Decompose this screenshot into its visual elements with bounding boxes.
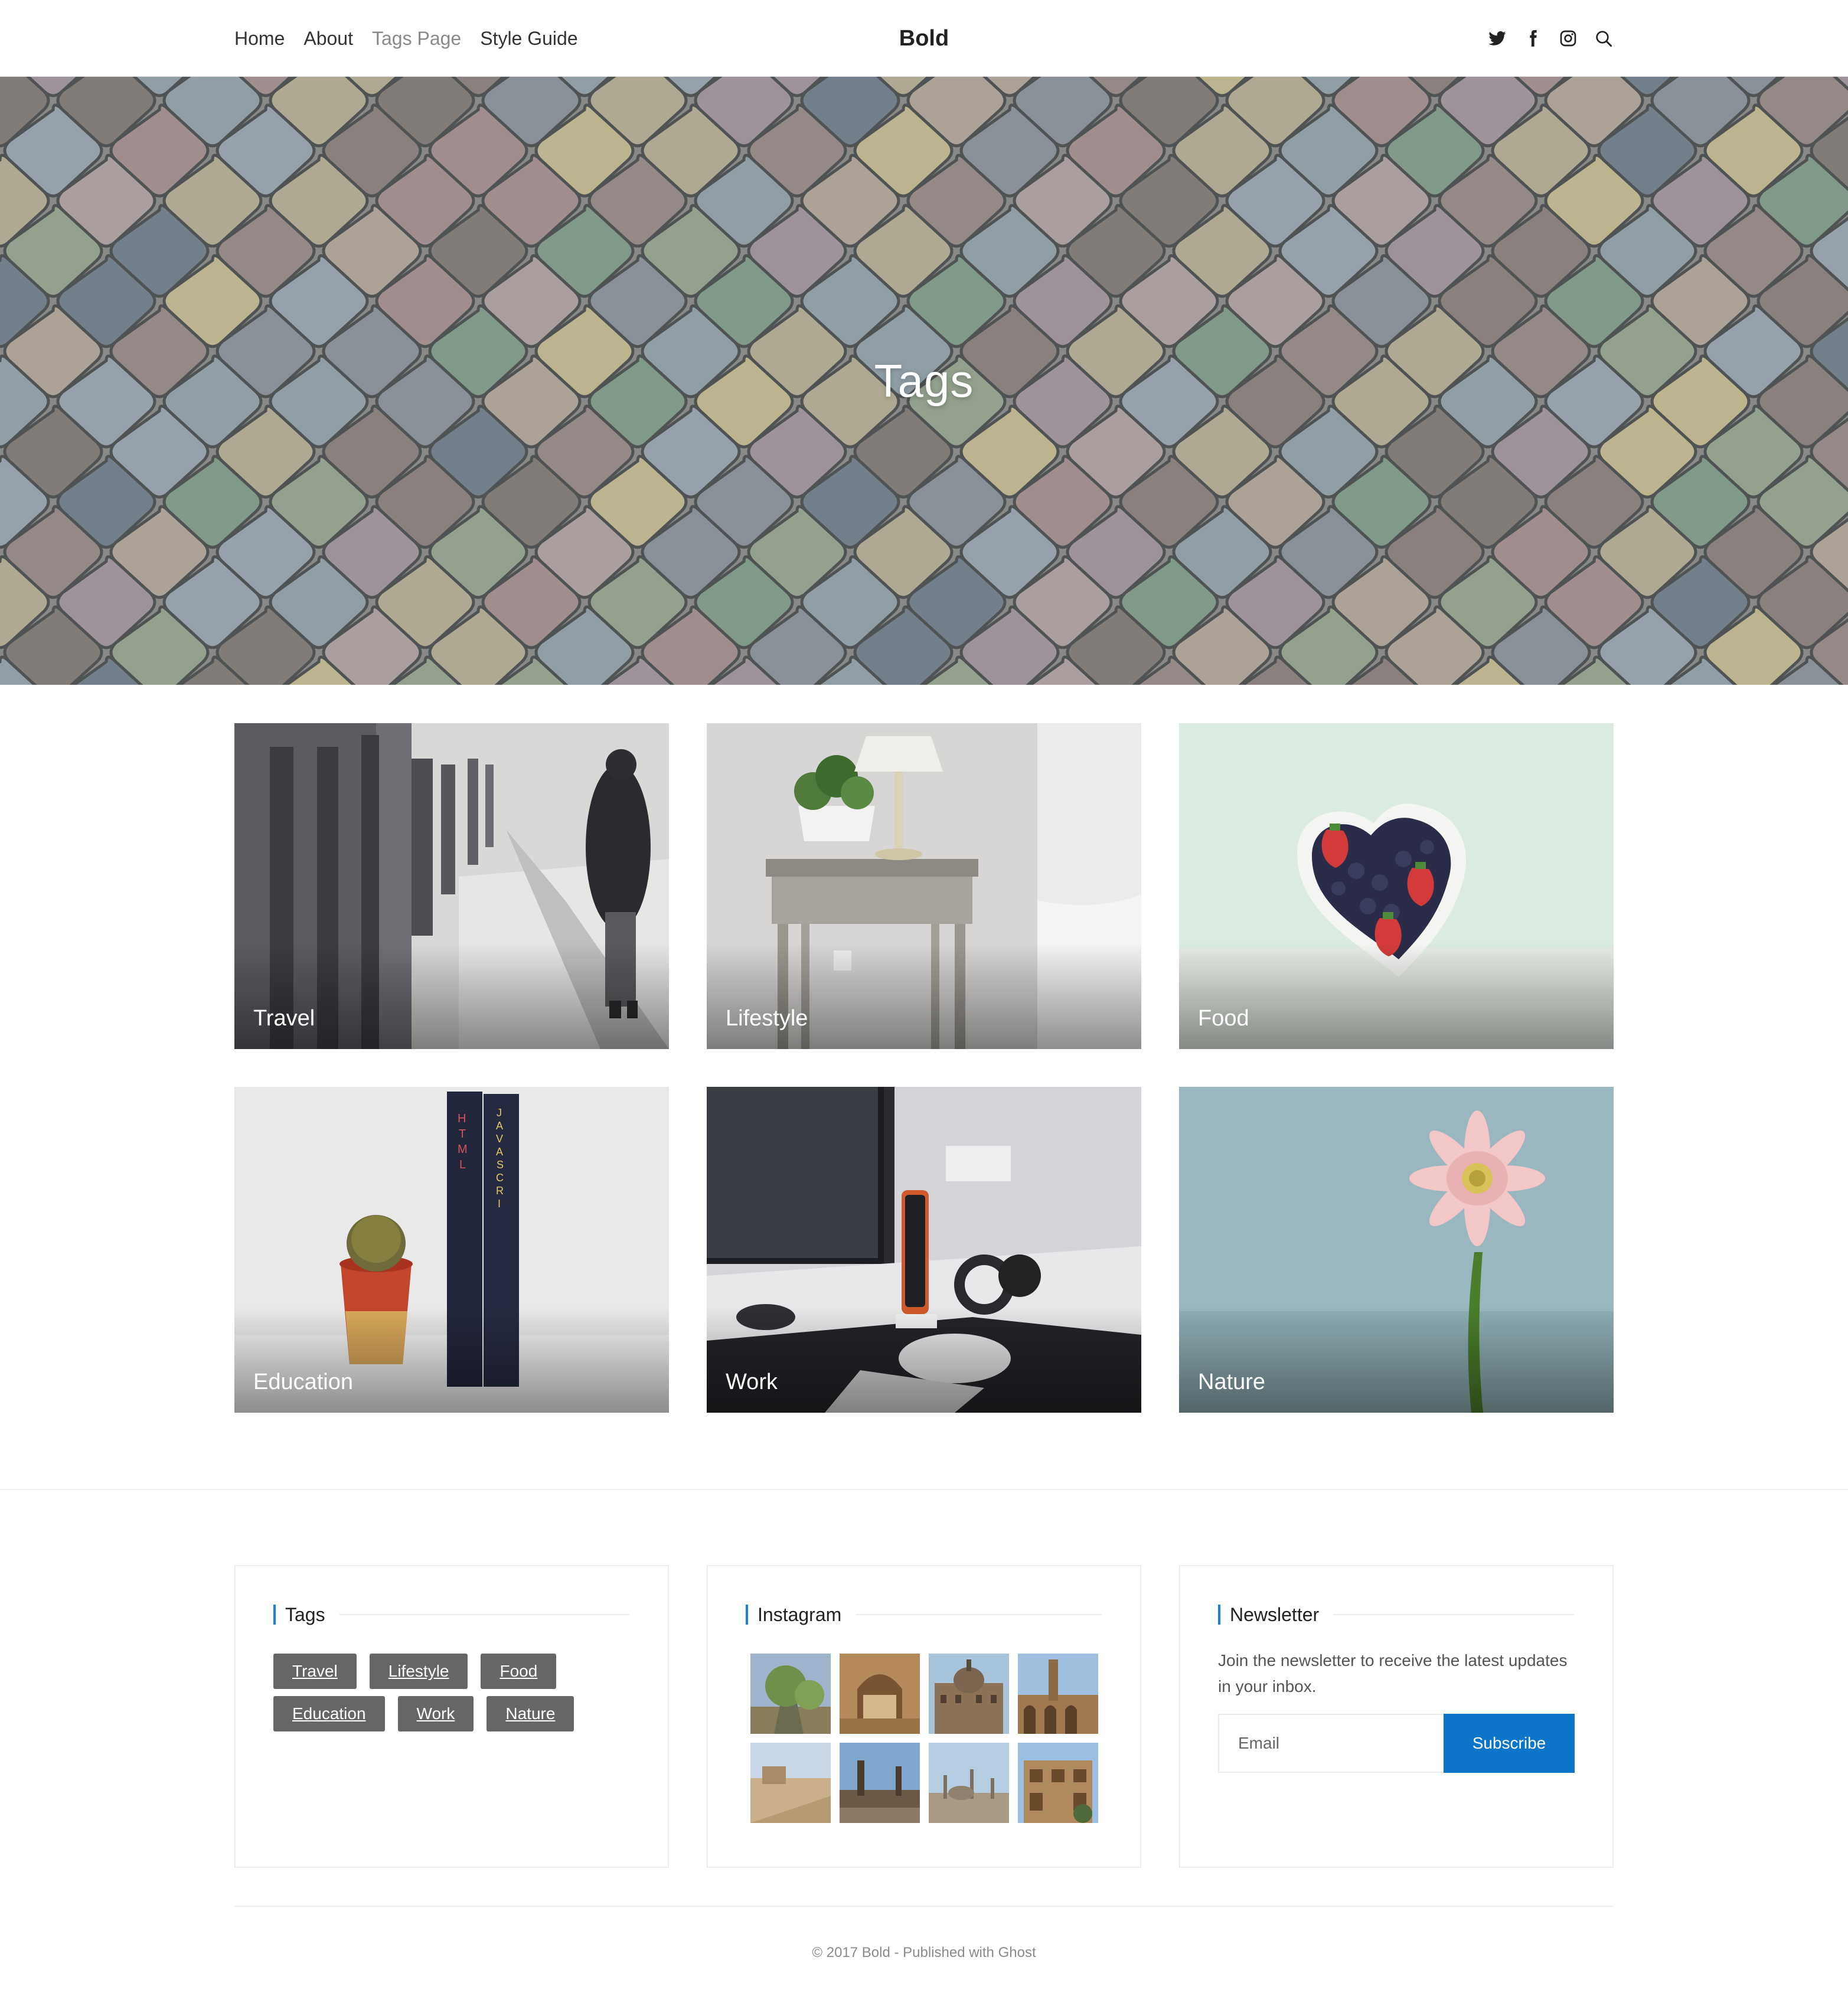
hero-banner: Tags: [0, 77, 1848, 685]
instagram-widget-title: Instagram: [758, 1603, 842, 1625]
instagram-thumbnail[interactable]: [750, 1743, 831, 1823]
svg-text:R: R: [496, 1185, 504, 1197]
widget-title: Tags: [273, 1603, 630, 1626]
tag-grid: Travel Lifestyle Food H T M L J A V A S …: [234, 723, 1614, 1413]
twitter-icon[interactable]: [1487, 28, 1507, 48]
instagram-thumbnail[interactable]: [750, 1654, 831, 1734]
tag-card-work[interactable]: Work: [707, 1087, 1141, 1413]
tags-widget: Tags Travel Lifestyle Food Education Wor…: [234, 1565, 669, 1868]
card-gradient: [234, 1306, 669, 1413]
tags-widget-title: Tags: [285, 1603, 325, 1625]
card-gradient: [1179, 1306, 1614, 1413]
tag-card-food[interactable]: Food: [1179, 723, 1614, 1049]
tag-card-travel[interactable]: Travel: [234, 723, 669, 1049]
instagram-thumbnail[interactable]: [929, 1654, 1009, 1734]
tag-pill-lifestyle[interactable]: Lifestyle: [369, 1654, 468, 1689]
svg-text:T: T: [459, 1128, 466, 1141]
widget-title: Newsletter: [1218, 1603, 1575, 1626]
nav-tags-page-link[interactable]: Tags Page: [372, 28, 461, 50]
svg-text:M: M: [458, 1143, 468, 1156]
tag-pill-work[interactable]: Work: [397, 1696, 474, 1731]
nav-about-link[interactable]: About: [303, 28, 353, 50]
tag-card-label: Lifestyle: [726, 1006, 808, 1031]
instagram-widget: Instagram: [707, 1565, 1141, 1868]
svg-text:A: A: [496, 1146, 503, 1158]
instagram-grid: [750, 1654, 1102, 1823]
tag-card-education[interactable]: HTML JAVA SCRI Education: [234, 1087, 669, 1413]
title-accent-bar: [273, 1605, 276, 1625]
email-field[interactable]: [1218, 1714, 1444, 1773]
svg-text:C: C: [496, 1172, 504, 1184]
main-nav: Home About Tags Page Style Guide: [234, 0, 578, 77]
tag-card-label: Travel: [253, 1006, 315, 1031]
instagram-icon[interactable]: [1558, 28, 1578, 48]
title-accent-bar: [1218, 1605, 1220, 1625]
nav-home-link[interactable]: Home: [234, 28, 285, 50]
tag-card-label: Food: [1198, 1006, 1249, 1031]
social-links: [1487, 0, 1614, 77]
card-gradient: [707, 943, 1141, 1049]
instagram-thumbnail[interactable]: [1018, 1743, 1098, 1823]
tag-pill-travel[interactable]: Travel: [273, 1654, 357, 1689]
svg-text:A: A: [496, 1120, 503, 1132]
tag-pill-nature[interactable]: Nature: [487, 1696, 574, 1731]
newsletter-widget-title: Newsletter: [1230, 1603, 1320, 1625]
instagram-thumbnail[interactable]: [840, 1654, 920, 1734]
svg-text:S: S: [497, 1159, 504, 1171]
instagram-thumbnail[interactable]: [840, 1743, 920, 1823]
svg-text:L: L: [459, 1158, 466, 1171]
footer-bottom-rule: [234, 1906, 1614, 1907]
tag-card-nature[interactable]: Nature: [1179, 1087, 1614, 1413]
tag-list: Travel Lifestyle Food Education Work Nat…: [273, 1654, 622, 1731]
card-gradient: [1179, 943, 1614, 1049]
title-rule: [1333, 1614, 1575, 1615]
instagram-thumbnail[interactable]: [1018, 1654, 1098, 1734]
title-accent-bar: [746, 1605, 748, 1625]
footer-divider: [0, 1489, 1848, 1490]
widget-title: Instagram: [746, 1603, 1102, 1626]
newsletter-form: Subscribe: [1218, 1714, 1575, 1773]
tag-card-label: Nature: [1198, 1370, 1266, 1394]
tag-card-label: Education: [253, 1370, 354, 1394]
svg-text:I: I: [498, 1198, 501, 1210]
card-gradient: [707, 1306, 1141, 1413]
svg-text:J: J: [497, 1107, 502, 1119]
site-title[interactable]: Bold: [899, 26, 949, 51]
svg-text:V: V: [496, 1133, 503, 1145]
tag-pill-food[interactable]: Food: [481, 1654, 557, 1689]
title-rule: [339, 1614, 630, 1615]
svg-text:H: H: [458, 1112, 466, 1125]
nav-style-guide-link[interactable]: Style Guide: [480, 28, 577, 50]
tag-pill-education[interactable]: Education: [273, 1696, 385, 1731]
tag-card-label: Work: [726, 1370, 778, 1394]
title-rule: [856, 1614, 1102, 1615]
instagram-thumbnail[interactable]: [929, 1743, 1009, 1823]
search-icon[interactable]: [1594, 28, 1614, 48]
subscribe-button[interactable]: Subscribe: [1444, 1714, 1575, 1773]
copyright-text: © 2017 Bold - Published with Ghost: [812, 1945, 1036, 1961]
facebook-icon[interactable]: [1523, 28, 1543, 48]
site-header: Home About Tags Page Style Guide Bold: [0, 0, 1848, 77]
newsletter-widget: Newsletter Join the newsletter to receiv…: [1179, 1565, 1614, 1868]
newsletter-description: Join the newsletter to receive the lates…: [1218, 1651, 1568, 1695]
tag-card-lifestyle[interactable]: Lifestyle: [707, 723, 1141, 1049]
page-title: Tags: [874, 354, 974, 407]
card-gradient: [234, 943, 669, 1049]
footer-widgets: Tags Travel Lifestyle Food Education Wor…: [234, 1565, 1614, 1868]
